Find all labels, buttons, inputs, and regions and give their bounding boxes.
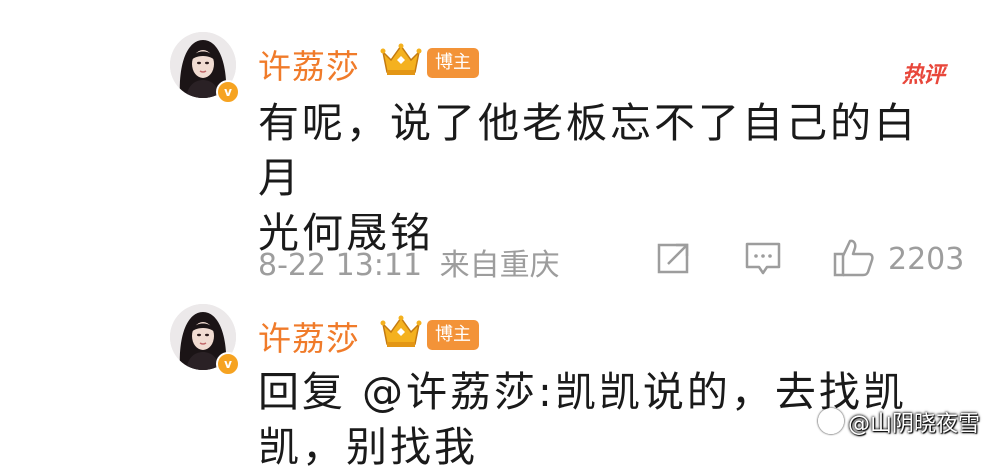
comment-timestamp: 8-22 13:11 [258, 248, 423, 283]
hot-comment-tag: 热评 [902, 63, 945, 88]
share-icon[interactable] [656, 240, 692, 276]
blogger-badge: 博主 [427, 48, 479, 78]
verified-v-icon: v [216, 80, 240, 104]
comment-source: 来自重庆 [439, 248, 560, 283]
username[interactable]: 许荔莎 [258, 312, 360, 360]
crown-icon [380, 43, 422, 75]
comment-item: v 许荔莎 博主 热评 有呢，说了他老板忘不了自己的白月 光何晟铭 8-22 1… [0, 0, 1004, 290]
like-count: 2203 [888, 242, 965, 277]
blogger-badge: 博主 [427, 320, 479, 350]
watermark-text: @山阴晓夜雪 [847, 412, 980, 437]
comment-meta: 8-22 13:11 来自重庆 [258, 240, 560, 284]
watermark: @山阴晓夜雪 [817, 406, 980, 438]
crown-icon [380, 315, 422, 347]
watermark-logo-icon [817, 408, 844, 434]
verified-v-icon: v [216, 352, 240, 376]
comment-icon[interactable] [744, 240, 782, 278]
username[interactable]: 许荔莎 [258, 40, 360, 88]
thumbs-up-icon[interactable] [832, 236, 876, 278]
